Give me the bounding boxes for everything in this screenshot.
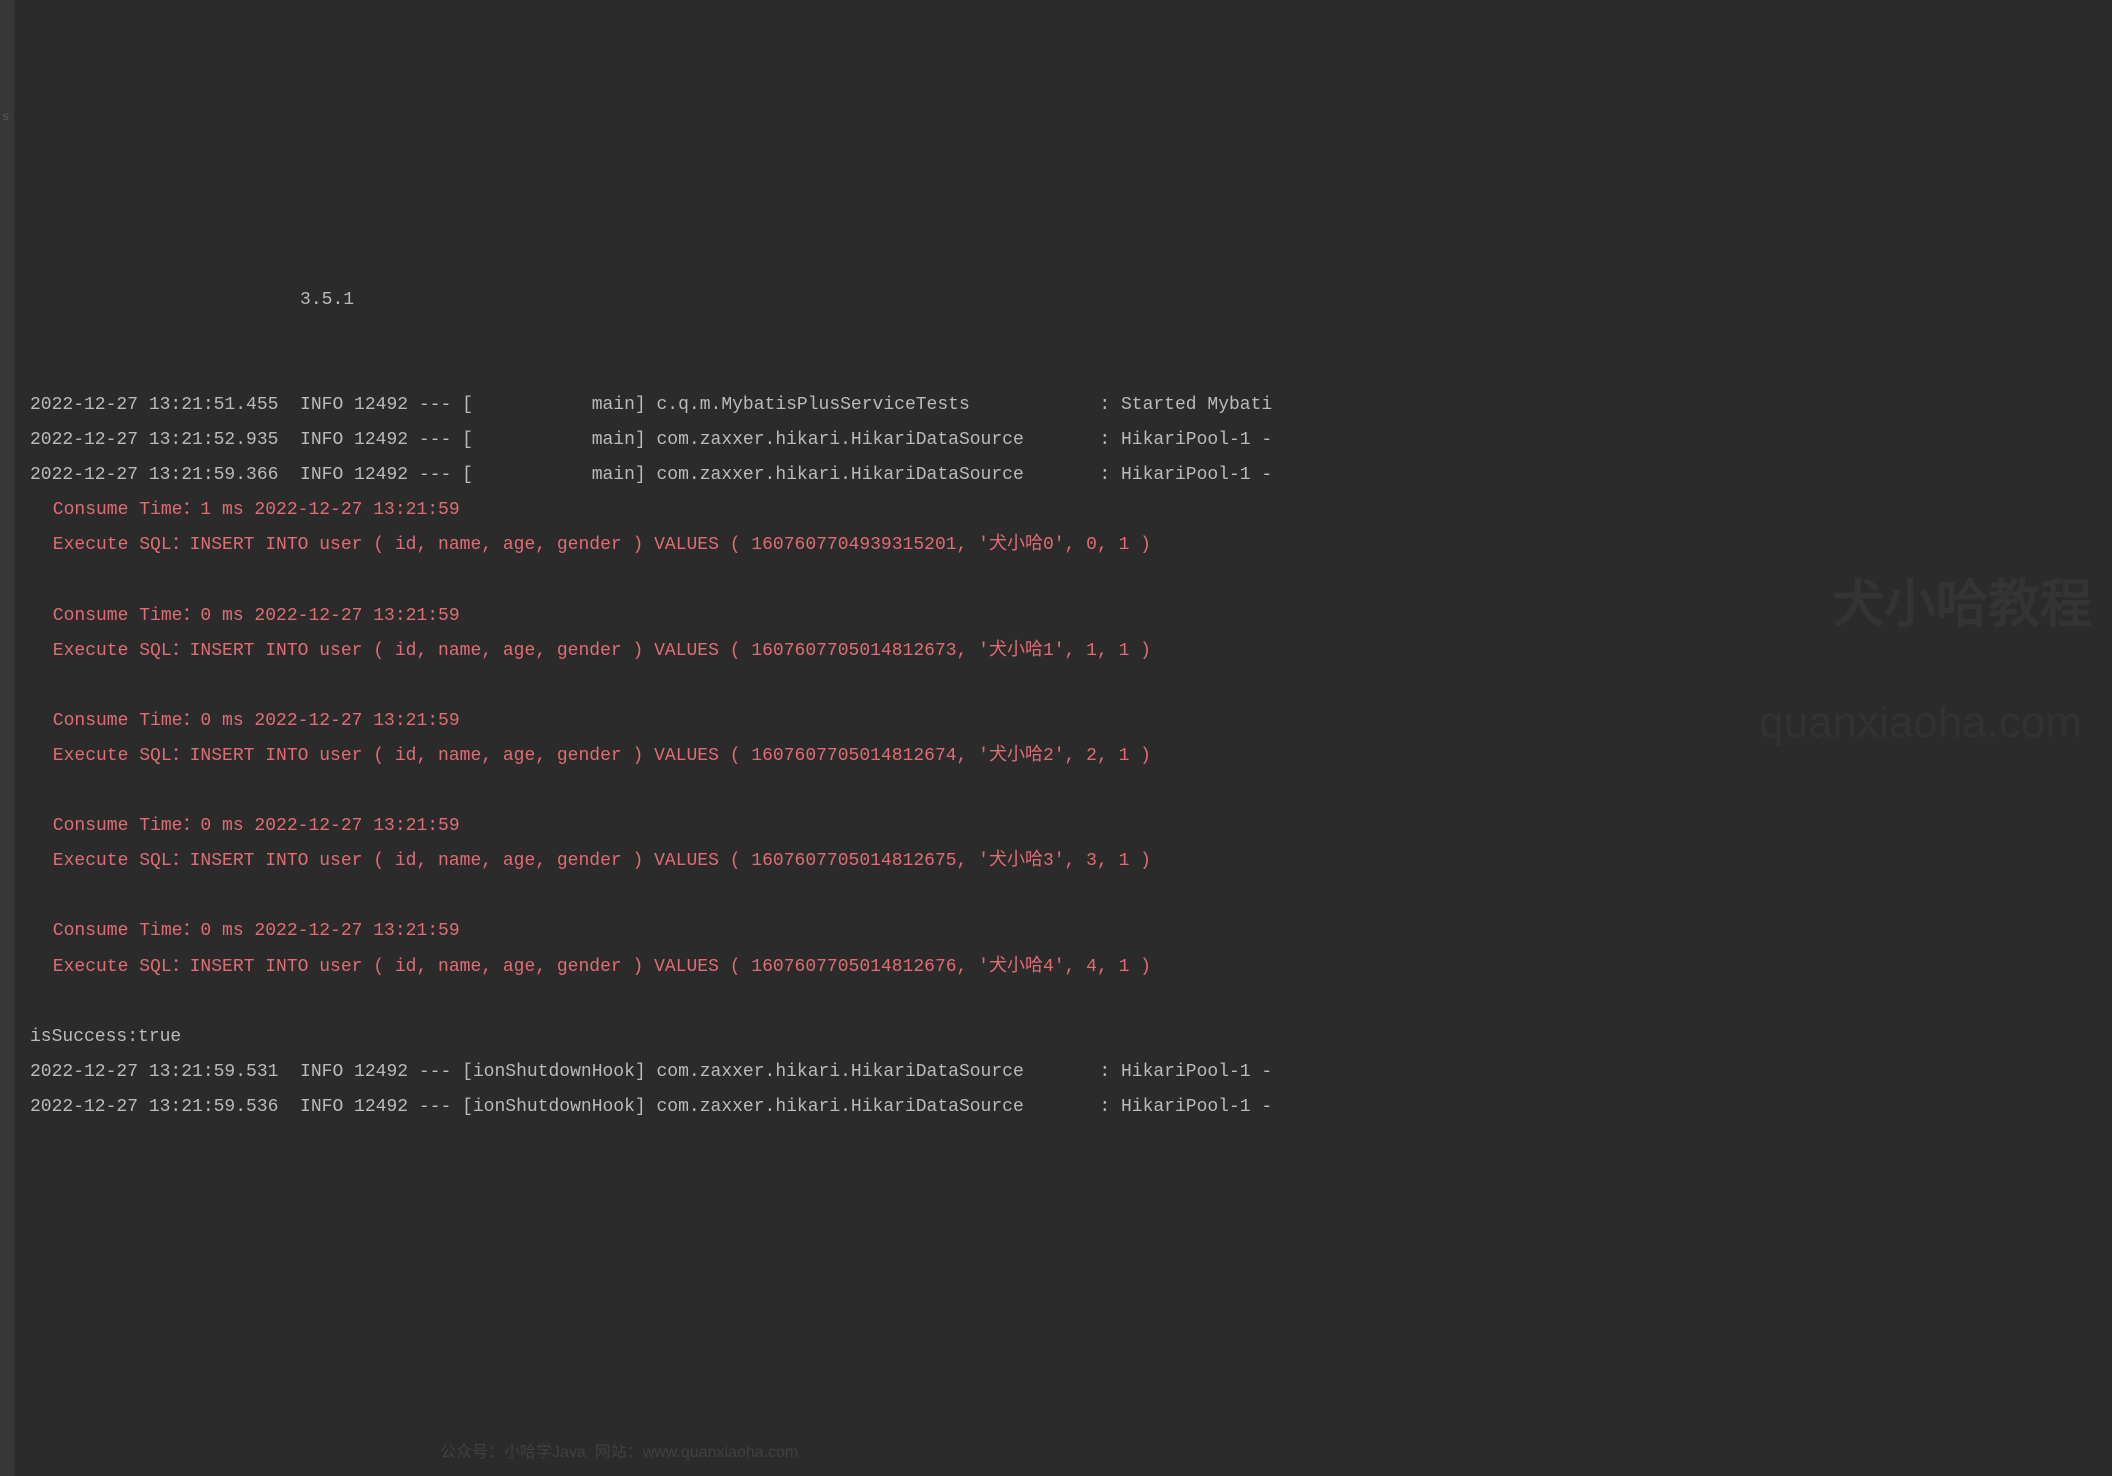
log-sql-line: Consume Time：1 ms 2022-12-27 13:21:59: [30, 493, 2112, 528]
log-sql-line: Execute SQL：INSERT INTO user ( id, name,…: [30, 844, 2112, 879]
gutter-char: s: [0, 70, 14, 129]
watermark-footer: 公众号：小哈学Java 网站：www.quanxiaoha.com: [440, 1437, 798, 1468]
version-line: 3.5.1: [30, 283, 2112, 318]
log-blank-line: [30, 774, 2112, 809]
console-output[interactable]: 3.5.1 2022-12-27 13:21:51.455 INFO 12492…: [0, 211, 2112, 1161]
log-blank-line: [30, 564, 2112, 599]
log-sql-line: Execute SQL：INSERT INTO user ( id, name,…: [30, 634, 2112, 669]
log-sql-line: Consume Time：0 ms 2022-12-27 13:21:59: [30, 704, 2112, 739]
log-blank-line: [30, 879, 2112, 914]
log-info-line: 2022-12-27 13:21:52.935 INFO 12492 --- […: [30, 423, 2112, 458]
log-blank-line: [30, 985, 2112, 1020]
log-info-line: 2022-12-27 13:21:59.366 INFO 12492 --- […: [30, 458, 2112, 493]
log-sql-line: Consume Time：0 ms 2022-12-27 13:21:59: [30, 809, 2112, 844]
log-sql-line: Execute SQL：INSERT INTO user ( id, name,…: [30, 528, 2112, 563]
editor-gutter: s: [0, 0, 14, 1476]
log-info-line: 2022-12-27 13:21:51.455 INFO 12492 --- […: [30, 388, 2112, 423]
log-sql-line: Consume Time：0 ms 2022-12-27 13:21:59: [30, 914, 2112, 949]
log-sql-line: Consume Time：0 ms 2022-12-27 13:21:59: [30, 599, 2112, 634]
log-info-line: 2022-12-27 13:21:59.536 INFO 12492 --- […: [30, 1090, 2112, 1125]
log-info-line: 2022-12-27 13:21:59.531 INFO 12492 --- […: [30, 1055, 2112, 1090]
log-success-line: isSuccess:true: [30, 1020, 2112, 1055]
log-sql-line: Execute SQL：INSERT INTO user ( id, name,…: [30, 950, 2112, 985]
log-sql-line: Execute SQL：INSERT INTO user ( id, name,…: [30, 739, 2112, 774]
log-blank-line: [30, 669, 2112, 704]
